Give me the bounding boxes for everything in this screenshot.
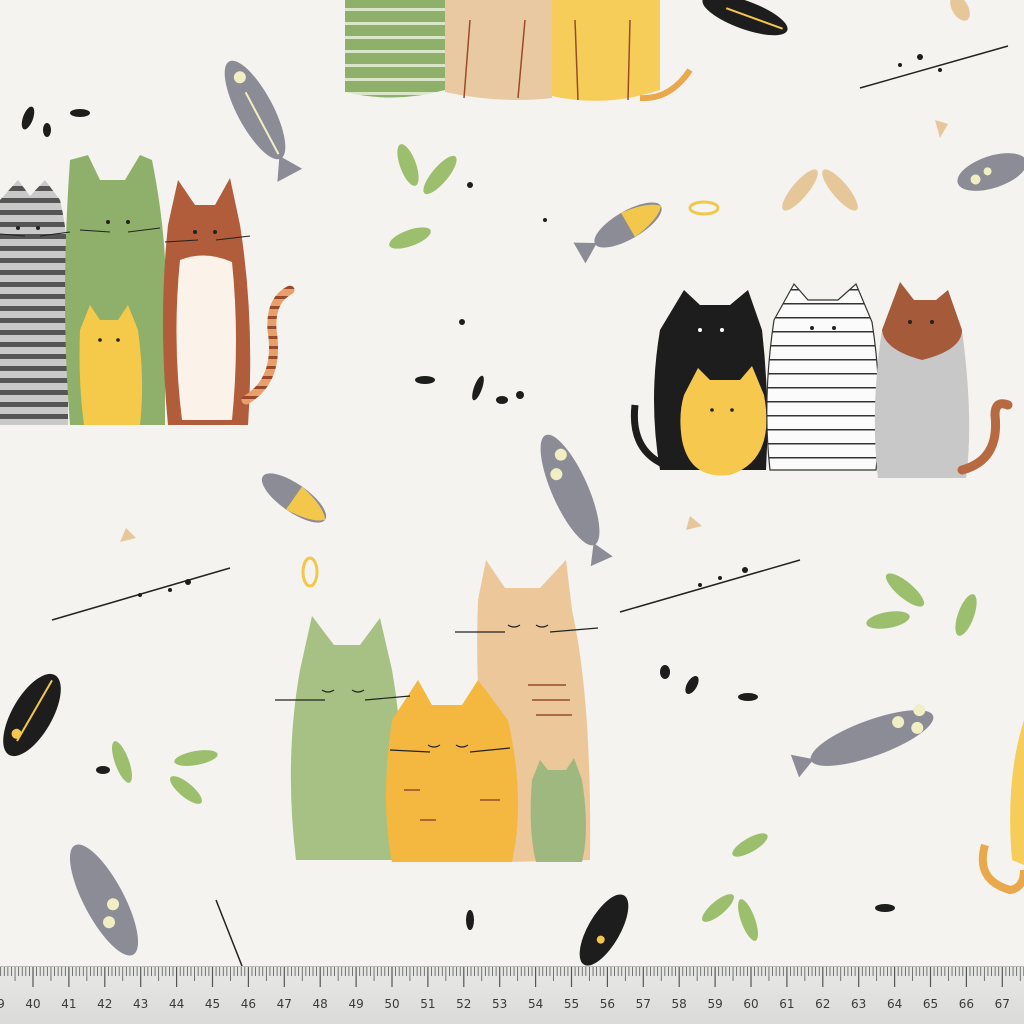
cat-green bbox=[290, 616, 402, 860]
ruler-number: 64 bbox=[886, 997, 903, 1011]
ruler-number: 47 bbox=[276, 997, 292, 1011]
cat-yellow bbox=[552, 0, 660, 101]
ruler-number: 49 bbox=[348, 997, 364, 1011]
ruler-number: 39 bbox=[0, 997, 12, 1011]
cat-tan bbox=[445, 0, 552, 100]
ruler-number: 57 bbox=[635, 997, 651, 1011]
ruler-number: 46 bbox=[240, 997, 257, 1011]
cat-group-right bbox=[630, 282, 1013, 478]
ruler-number: 42 bbox=[97, 997, 113, 1011]
ruler-number: 67 bbox=[994, 997, 1010, 1011]
ruler-number: 55 bbox=[563, 997, 580, 1011]
ruler-number: 43 bbox=[133, 997, 149, 1011]
ruler-number: 60 bbox=[743, 997, 759, 1011]
ruler-number: 61 bbox=[779, 997, 795, 1011]
ruler-number: 66 bbox=[958, 997, 975, 1011]
ruler-number: 62 bbox=[815, 997, 831, 1011]
ruler-number: 44 bbox=[168, 997, 185, 1011]
fabric-print bbox=[0, 0, 1024, 966]
ruler-number: 41 bbox=[61, 997, 77, 1011]
ruler-number: 56 bbox=[599, 997, 616, 1011]
cat-white-striped bbox=[766, 282, 880, 471]
cat-green-striped bbox=[345, 0, 445, 98]
ruler-number: 40 bbox=[25, 997, 41, 1011]
ruler-number: 50 bbox=[384, 997, 400, 1011]
cat-yellow bbox=[680, 366, 767, 476]
cat-grey-striped bbox=[0, 180, 69, 425]
ruler-number: 48 bbox=[312, 997, 328, 1011]
cat-group-top bbox=[345, 0, 693, 102]
ruler-ticks bbox=[0, 967, 1024, 987]
ruler-number: 53 bbox=[492, 997, 508, 1011]
ruler-number: 58 bbox=[671, 997, 687, 1011]
ruler-number: 52 bbox=[456, 997, 472, 1011]
ruler-number: 51 bbox=[420, 997, 436, 1011]
ruler-number: 63 bbox=[851, 997, 867, 1011]
ruler-number: 65 bbox=[922, 997, 939, 1011]
cat-green-kitten bbox=[530, 758, 586, 862]
cat-yellow-kitten bbox=[79, 305, 143, 425]
ruler-number: 59 bbox=[707, 997, 723, 1011]
ruler-number: 45 bbox=[204, 997, 221, 1011]
measuring-ruler: 39 40 41 42 43 44 45 46 47 48 49 50 51 52 53 54 55 56 57 58… bbox=[0, 966, 1024, 1024]
ruler-number: 54 bbox=[527, 997, 544, 1011]
cat-orange bbox=[386, 680, 519, 862]
